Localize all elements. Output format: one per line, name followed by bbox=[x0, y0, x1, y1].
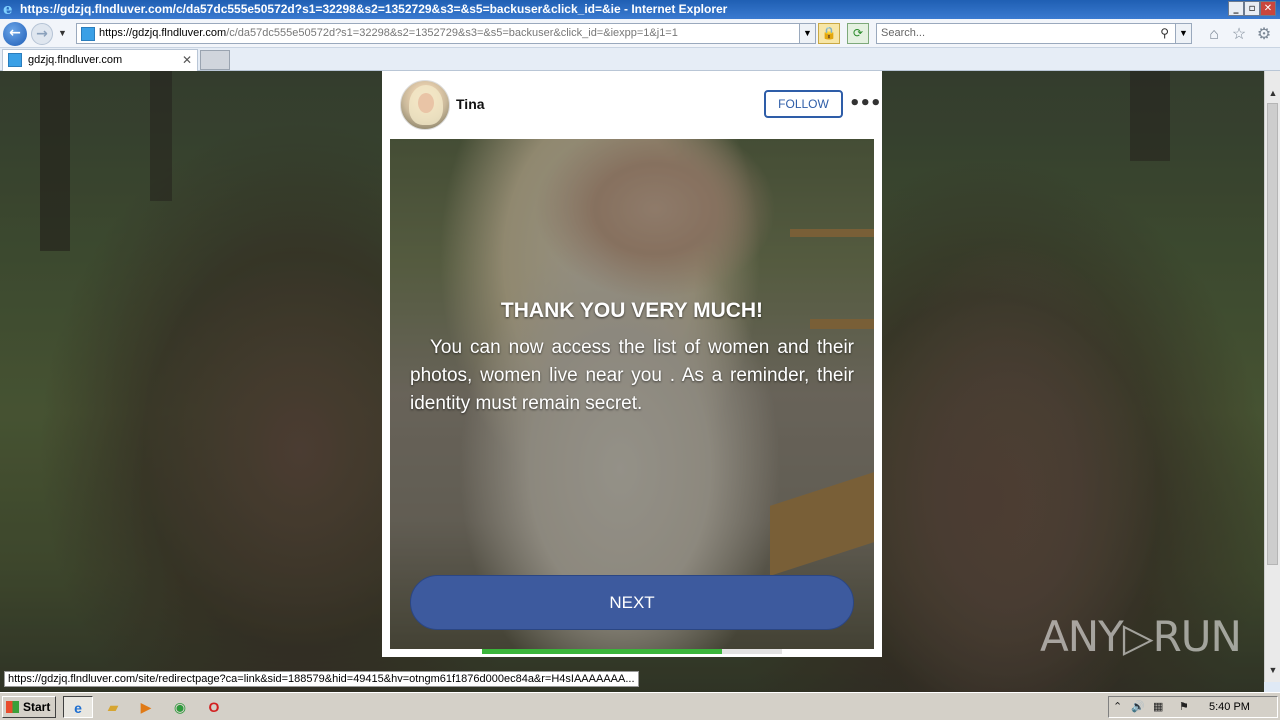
forward-arrow-icon[interactable]: → bbox=[31, 23, 53, 45]
tab-favicon-icon bbox=[8, 53, 22, 67]
internet-explorer-taskbar-icon[interactable]: e bbox=[63, 696, 93, 718]
system-tray: ⌃ 🔊 ▦ ⚑ 5:40 PM bbox=[1108, 696, 1278, 718]
refresh-icon[interactable]: ⟳ bbox=[847, 23, 869, 44]
new-tab-button[interactable] bbox=[200, 50, 230, 70]
thank-you-title: THANK YOU VERY MUCH! bbox=[500, 299, 764, 322]
address-url: https://gdzjq.flndluver.com/c/da57dc555e… bbox=[99, 27, 678, 39]
history-dropdown-icon[interactable]: ▼ bbox=[58, 28, 67, 38]
vertical-scrollbar[interactable]: ▲ ▼ bbox=[1264, 71, 1280, 682]
tab-close-icon[interactable]: ✕ bbox=[182, 53, 192, 67]
tray-expand-icon[interactable]: ⌃ bbox=[1113, 700, 1122, 713]
window-titlebar: e https://gdzjq.flndluver.com/c/da57dc55… bbox=[0, 0, 1280, 19]
address-dropdown-icon[interactable]: ▼ bbox=[799, 24, 815, 43]
start-label: Start bbox=[23, 700, 51, 714]
search-icon[interactable]: ⚲ bbox=[1160, 26, 1169, 40]
search-dropdown-icon[interactable]: ▼ bbox=[1175, 24, 1191, 43]
profile-card: Tina FOLLOW ••• THANK YOU VERY MUCH! You… bbox=[382, 71, 882, 657]
close-window-button[interactable]: ✕ bbox=[1260, 1, 1276, 16]
avatar-face bbox=[418, 93, 434, 113]
tab-label: gdzjq.flndluver.com bbox=[28, 54, 123, 66]
search-box[interactable]: Search... ⚲ ▼ bbox=[876, 23, 1192, 44]
scroll-up-icon[interactable]: ▲ bbox=[1265, 85, 1280, 101]
media-player-icon[interactable]: ▶ bbox=[131, 696, 161, 718]
volume-icon[interactable]: 🔊 bbox=[1131, 700, 1145, 713]
follow-button[interactable]: FOLLOW bbox=[764, 90, 843, 118]
scrollbar-thumb[interactable] bbox=[1267, 103, 1278, 565]
play-icon: ▷ bbox=[1122, 615, 1154, 661]
more-options-icon[interactable]: ••• bbox=[849, 93, 882, 114]
url-path: /c/da57dc555e50572d?s1=32298&s2=1352729&… bbox=[226, 27, 678, 39]
search-input[interactable]: Search... bbox=[881, 27, 925, 39]
flag-icon[interactable]: ⚑ bbox=[1179, 700, 1189, 713]
minimize-button[interactable]: _ bbox=[1228, 1, 1244, 16]
clock[interactable]: 5:40 PM bbox=[1209, 701, 1250, 713]
watermark-left: ANY bbox=[1040, 612, 1124, 661]
lock-icon[interactable]: 🔒 bbox=[818, 23, 840, 44]
progress-bar-fill bbox=[482, 649, 722, 654]
internet-explorer-icon: e bbox=[3, 0, 13, 18]
back-arrow-icon[interactable]: ← bbox=[3, 22, 27, 46]
folder-icon[interactable]: ▰ bbox=[98, 696, 128, 718]
tab-active[interactable]: gdzjq.flndluver.com ✕ bbox=[2, 49, 198, 71]
thank-you-message: You can now access the list of women and… bbox=[410, 337, 854, 414]
site-favicon-icon bbox=[81, 27, 95, 41]
anyrun-watermark: ANY▷RUN bbox=[1040, 612, 1242, 661]
watermark-right: RUN bbox=[1152, 612, 1242, 661]
windows-flag-icon bbox=[6, 701, 19, 713]
next-button[interactable]: NEXT bbox=[410, 575, 854, 630]
profile-username[interactable]: Tina bbox=[456, 96, 485, 112]
avatar bbox=[400, 80, 450, 130]
opera-icon[interactable]: O bbox=[199, 696, 229, 718]
gear-icon[interactable]: ⚙ bbox=[1255, 26, 1273, 44]
star-icon[interactable]: ☆ bbox=[1230, 26, 1248, 44]
start-button[interactable]: Start bbox=[2, 696, 56, 718]
chrome-icon[interactable]: ◉ bbox=[165, 696, 195, 718]
url-domain: https://gdzjq.flndluver.com bbox=[99, 27, 227, 39]
status-link-preview: https://gdzjq.flndluver.com/site/redirec… bbox=[4, 671, 639, 687]
progress-bar bbox=[482, 649, 782, 654]
profile-photo: THANK YOU VERY MUCH! You can now access … bbox=[390, 139, 874, 649]
taskbar: Start e ▰ ▶ ◉ O ⌃ 🔊 ▦ ⚑ 5:40 PM bbox=[0, 692, 1280, 720]
window-title: https://gdzjq.flndluver.com/c/da57dc555e… bbox=[20, 2, 728, 16]
scroll-down-icon[interactable]: ▼ bbox=[1265, 662, 1280, 678]
network-icon[interactable]: ▦ bbox=[1153, 700, 1163, 713]
address-bar[interactable]: https://gdzjq.flndluver.com/c/da57dc555e… bbox=[76, 23, 816, 44]
tab-bar: gdzjq.flndluver.com ✕ bbox=[0, 48, 1280, 71]
home-icon[interactable]: ⌂ bbox=[1205, 26, 1223, 44]
maximize-button[interactable]: ▫ bbox=[1244, 1, 1260, 16]
navigation-bar: ← → ▼ https://gdzjq.flndluver.com/c/da57… bbox=[0, 19, 1280, 48]
